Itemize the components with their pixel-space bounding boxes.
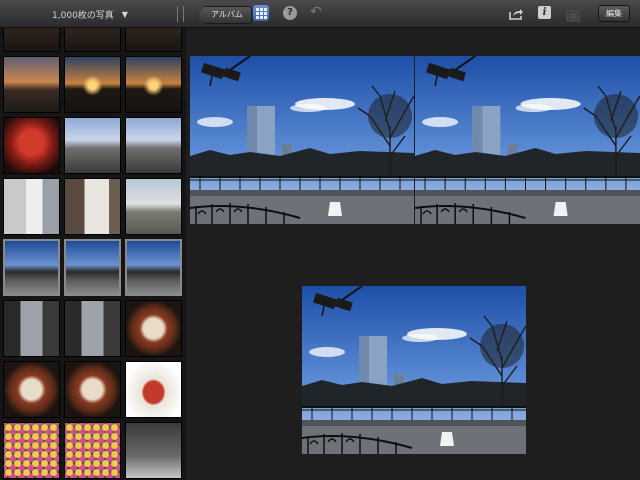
photo-thumbnail[interactable] — [125, 56, 182, 113]
thumbnail-image — [126, 423, 181, 478]
edit-button[interactable]: 編集 — [598, 5, 630, 22]
photo-thumbnail[interactable] — [64, 28, 121, 52]
photo-thumbnail[interactable] — [64, 361, 121, 418]
thumbnail-image — [126, 301, 181, 356]
undo-icon[interactable]: ↶ — [310, 4, 322, 20]
grid-icon[interactable] — [253, 5, 269, 21]
photo-thumbnail[interactable] — [3, 361, 60, 418]
photo-thumbnail[interactable] — [3, 300, 60, 357]
thumbnail-image — [126, 362, 181, 417]
photo-thumbnail[interactable] — [125, 361, 182, 418]
thumbnail-image — [5, 241, 58, 294]
photo-bottom[interactable] — [302, 286, 526, 454]
help-icon[interactable]: ? — [283, 6, 297, 20]
thumbnail-image — [66, 241, 119, 294]
thumbnail-image — [126, 28, 181, 51]
photo-thumbnail[interactable] — [64, 422, 121, 479]
photo-thumbnail[interactable] — [125, 117, 182, 174]
photo-thumbnail[interactable] — [3, 422, 60, 479]
thumbnail-image — [4, 118, 59, 173]
album-back-button[interactable]: アルバム — [198, 6, 252, 24]
photo-compare-area — [187, 28, 640, 480]
thumbnail-image — [4, 423, 59, 478]
photo-thumbnail[interactable] — [64, 178, 121, 235]
photo-right[interactable] — [415, 56, 640, 224]
thumbnail-image — [4, 28, 59, 51]
photo-thumbnail[interactable] — [125, 422, 182, 479]
thumbnail-image — [4, 362, 59, 417]
thumbnail-image — [65, 301, 120, 356]
thumbnail-image — [65, 57, 120, 112]
thumbnail-image — [126, 118, 181, 173]
photo-thumbnail[interactable] — [3, 239, 60, 296]
top-toolbar: 1,000枚の写真 ▼ アルバム ? ↶ i 編集 — [0, 0, 640, 28]
info-icon[interactable]: i — [538, 6, 551, 19]
thumbnail-image — [4, 57, 59, 112]
thumbnail-image — [4, 179, 59, 234]
photo-thumbnail[interactable] — [125, 178, 182, 235]
thumbnail-image — [65, 28, 120, 51]
thumbnail-image — [65, 118, 120, 173]
street-scene-image — [190, 56, 414, 224]
thumbnail-image — [65, 423, 120, 478]
thumbnail-image — [65, 362, 120, 417]
photo-thumbnail[interactable] — [125, 300, 182, 357]
photo-thumbnail[interactable] — [64, 300, 121, 357]
photo-thumbnail[interactable] — [64, 239, 121, 296]
photo-thumbnail[interactable] — [3, 117, 60, 174]
photo-thumbnail[interactable] — [3, 56, 60, 113]
thumbnail-image — [65, 179, 120, 234]
thumbnail-image — [127, 241, 180, 294]
photo-thumbnail[interactable] — [64, 56, 121, 113]
library-title[interactable]: 1,000枚の写真 ▼ — [0, 0, 180, 28]
photo-thumbnail[interactable] — [125, 239, 182, 296]
photo-thumbnail[interactable] — [64, 117, 121, 174]
photo-left[interactable] — [190, 56, 414, 224]
panel-resize-handle[interactable] — [177, 6, 184, 22]
photo-thumbnail[interactable] — [3, 178, 60, 235]
thumbnail-image — [126, 57, 181, 112]
chevron-down-icon: ▼ — [121, 9, 128, 19]
photo-thumbnail[interactable] — [3, 28, 60, 52]
street-scene-image — [302, 286, 526, 454]
share-icon[interactable] — [508, 6, 524, 25]
street-scene-image — [415, 56, 640, 224]
thumbnail-image — [126, 179, 181, 234]
library-title-label: 1,000枚の写真 — [52, 10, 114, 21]
thumbnail-image — [4, 301, 59, 356]
thumbnail-grid — [0, 28, 186, 480]
photo-thumbnail[interactable] — [125, 28, 182, 52]
film-icon[interactable] — [566, 7, 580, 26]
